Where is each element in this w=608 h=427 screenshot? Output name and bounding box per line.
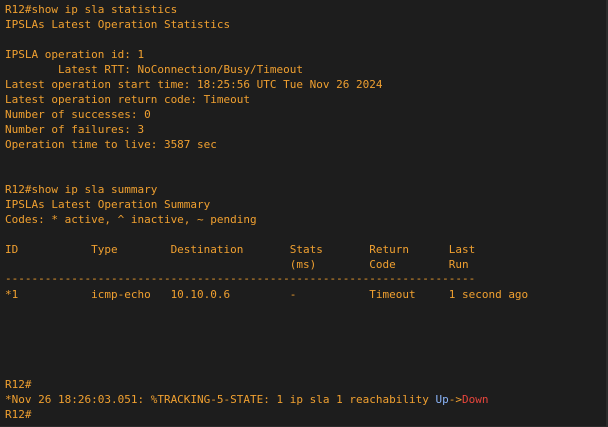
state-down: Down bbox=[461, 393, 489, 406]
log-message-text: *Nov 26 18:26:03.051: %TRACKING-5-STATE:… bbox=[5, 393, 436, 406]
terminal-window[interactable]: R12#show ip sla statistics IPSLAs Latest… bbox=[0, 0, 608, 427]
summary-header: IPSLAs Latest Operation Summary bbox=[5, 198, 211, 211]
successes-line: Number of successes: 0 bbox=[5, 108, 151, 121]
table-row: *1 icmp-echo 10.10.0.6 - Timeout 1 secon… bbox=[5, 288, 529, 301]
return-code-line: Latest operation return code: Timeout bbox=[5, 93, 251, 106]
latest-rtt-line: Latest RTT: NoConnection/Busy/Timeout bbox=[5, 63, 304, 76]
state-up: Up bbox=[435, 393, 449, 406]
command-show-ip-sla-statistics: R12#show ip sla statistics bbox=[5, 3, 178, 16]
cli-prompt-active[interactable]: R12# bbox=[5, 407, 32, 422]
start-time-line: Latest operation start time: 18:25:56 UT… bbox=[5, 78, 383, 91]
summary-separator: ----------------------------------------… bbox=[5, 272, 476, 285]
tracking-log-message: *Nov 26 18:26:03.051: %TRACKING-5-STATE:… bbox=[5, 392, 488, 407]
summary-column-headers-units: (ms) Code Run bbox=[5, 258, 469, 271]
state-arrow: -> bbox=[448, 393, 462, 406]
command-show-ip-sla-summary: R12#show ip sla summary bbox=[5, 183, 158, 196]
cli-prompt: R12# bbox=[5, 378, 32, 391]
summary-column-headers: ID Type Destination Stats Return Last bbox=[5, 243, 476, 256]
operation-id-line: IPSLA operation id: 1 bbox=[5, 48, 145, 61]
failures-line: Number of failures: 3 bbox=[5, 123, 145, 136]
time-to-live-line: Operation time to live: 3587 sec bbox=[5, 138, 217, 151]
statistics-header: IPSLAs Latest Operation Statistics bbox=[5, 18, 231, 31]
codes-legend: Codes: * active, ^ inactive, ~ pending bbox=[5, 213, 257, 226]
